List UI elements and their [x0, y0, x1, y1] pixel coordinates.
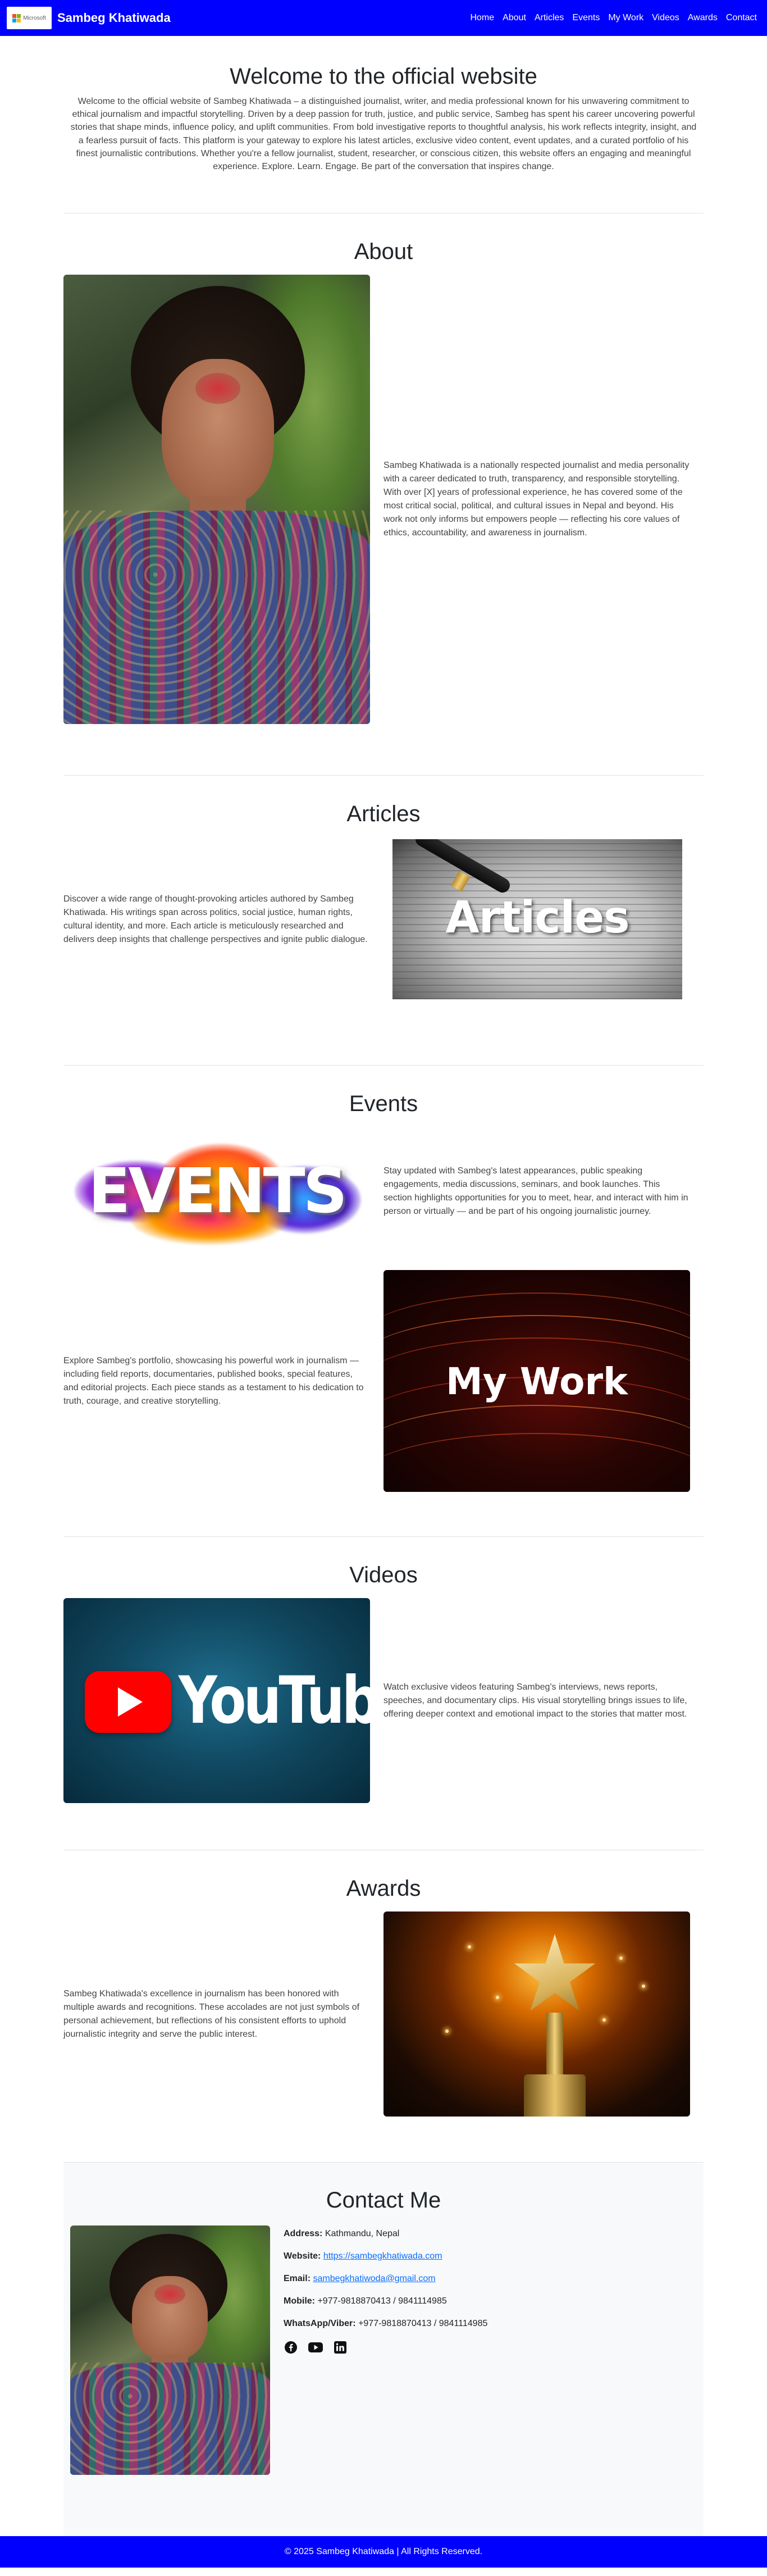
- articles-image-word: Articles: [445, 893, 629, 943]
- contact-info: Address: Kathmandu, Nepal Website: https…: [284, 2225, 487, 2475]
- contact-email: Email: sambegkhatiwoda@gmail.com: [284, 2274, 436, 2283]
- contact-portrait-image: [70, 2225, 270, 2475]
- nav-link-my-work[interactable]: My Work: [608, 13, 643, 23]
- nav-link-awards[interactable]: Awards: [688, 13, 718, 23]
- nav-link-events[interactable]: Events: [572, 13, 600, 23]
- articles-title: Articles: [346, 802, 421, 826]
- hero-text: Welcome to the official website of Sambe…: [70, 97, 697, 171]
- articles-section: Articles Discover a wide range of though…: [63, 776, 704, 1065]
- events-text: Stay updated with Sambeg's latest appear…: [383, 1166, 688, 1216]
- mywork-text: Explore Sambeg's portfolio, showcasing h…: [63, 1355, 364, 1406]
- about-text: Sambeg Khatiwada is a nationally respect…: [383, 461, 690, 538]
- logo-text: Microsoft: [23, 15, 46, 21]
- social-icons: [284, 2340, 487, 2355]
- contact-website: Website: https://sambegkhatiwada.com: [284, 2251, 442, 2261]
- ms-grid: [12, 13, 21, 22]
- videos-text: Watch exclusive videos featuring Sambeg'…: [383, 1682, 687, 1719]
- about-portrait-image: [63, 275, 370, 724]
- about-title: About: [354, 239, 413, 264]
- contact-section: Contact Me Address: Kathmandu, Nepal Web…: [63, 2162, 704, 2536]
- events-image: EVENTS: [63, 1127, 370, 1256]
- contact-title: Contact Me: [326, 2188, 441, 2213]
- events-section: Events EVENTS Stay updated with Sambeg's…: [63, 1066, 704, 1536]
- award-star-icon: [514, 1934, 595, 2011]
- youtube-play-icon: [85, 1671, 171, 1733]
- brand[interactable]: Microsoft Sambeg Khatiwada: [7, 7, 171, 29]
- awards-text: Sambeg Khatiwada's excellence in journal…: [63, 1988, 360, 2039]
- nav-link-about[interactable]: About: [503, 13, 526, 23]
- linkedin-icon[interactable]: [333, 2340, 348, 2355]
- whatsapp-value: +977-9818870413 / 9841114985: [358, 2319, 488, 2328]
- mywork-image: My Work: [383, 1270, 690, 1492]
- email-link[interactable]: sambegkhatiwoda@gmail.com: [313, 2274, 435, 2283]
- address-value: Kathmandu, Nepal: [325, 2229, 400, 2238]
- mobile-value: +977-9818870413 / 9841114985: [317, 2296, 447, 2306]
- videos-title: Videos: [349, 1563, 418, 1587]
- youtube-icon[interactable]: [308, 2340, 323, 2355]
- hero-title: Welcome to the official website: [230, 64, 537, 89]
- contact-address: Address: Kathmandu, Nepal: [284, 2229, 400, 2238]
- mywork-image-word: My Work: [446, 1360, 628, 1403]
- nav-link-home[interactable]: Home: [470, 13, 494, 23]
- microsoft-logo-icon[interactable]: Microsoft: [7, 7, 52, 29]
- about-section: About Sambeg Khatiwada is a nationally r…: [63, 213, 704, 775]
- website-link[interactable]: https://sambegkhatiwada.com: [323, 2251, 442, 2261]
- articles-image: Articles: [392, 839, 682, 999]
- nav-links: Home About Articles Events My Work Video…: [470, 13, 757, 23]
- navbar: Microsoft Sambeg Khatiwada Home About Ar…: [0, 0, 767, 36]
- contact-mobile: Mobile: +977-9818870413 / 9841114985: [284, 2296, 447, 2306]
- awards-title: Awards: [346, 1876, 421, 1901]
- footer-text: © 2025 Sambeg Khatiwada | All Rights Res…: [284, 2547, 483, 2556]
- footer: © 2025 Sambeg Khatiwada | All Rights Res…: [0, 2536, 767, 2568]
- brand-name[interactable]: Sambeg Khatiwada: [57, 11, 171, 25]
- nav-link-contact[interactable]: Contact: [726, 13, 757, 23]
- articles-text: Discover a wide range of thought-provoki…: [63, 894, 368, 944]
- awards-section: Awards Sambeg Khatiwada's excellence in …: [63, 1850, 704, 2162]
- events-title: Events: [349, 1091, 418, 1116]
- nav-link-videos[interactable]: Videos: [652, 13, 679, 23]
- contact-whatsapp: WhatsApp/Viber: +977-9818870413 / 984111…: [284, 2319, 488, 2328]
- hero-section: Welcome to the official website Welcome …: [63, 36, 704, 213]
- facebook-icon[interactable]: [284, 2340, 298, 2355]
- videos-image: YouTube: [63, 1598, 370, 1803]
- events-image-word: EVENTS: [88, 1155, 348, 1227]
- nav-link-articles[interactable]: Articles: [535, 13, 564, 23]
- videos-image-word: YouTube: [179, 1663, 370, 1738]
- awards-image: [383, 1911, 690, 2117]
- videos-section: Videos YouTube Watch exclusive videos fe…: [63, 1537, 704, 1850]
